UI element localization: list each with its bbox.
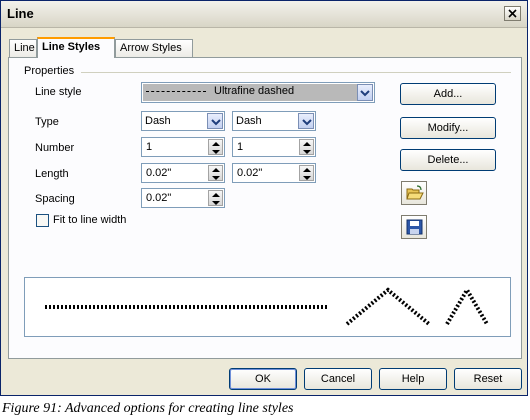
load-line-styles-button[interactable]	[401, 181, 427, 205]
chevron-down-icon[interactable]	[357, 84, 373, 101]
add-button[interactable]: Add...	[400, 83, 496, 105]
line-preview	[24, 277, 511, 337]
line-preview-drawing	[45, 286, 489, 326]
delete-button[interactable]: Delete...	[400, 149, 496, 171]
close-icon	[508, 9, 517, 18]
fit-to-line-width-label: Fit to line width	[53, 214, 127, 226]
window-title: Line	[7, 6, 34, 21]
type1-dropdown[interactable]: Dash	[141, 111, 225, 131]
type2-dropdown[interactable]: Dash	[232, 111, 316, 131]
tab-line[interactable]: Line	[9, 39, 37, 57]
spin-arrows-icon[interactable]	[299, 139, 314, 155]
close-button[interactable]	[504, 6, 521, 21]
chevron-down-icon[interactable]	[298, 113, 314, 129]
spin-arrows-icon[interactable]	[208, 139, 223, 155]
figure-caption: Figure 91: Advanced options for creating…	[2, 401, 294, 416]
spin-arrows-icon[interactable]	[208, 165, 223, 181]
length2-spinner[interactable]: 0.02"	[232, 163, 316, 183]
fit-to-line-width-checkbox[interactable]	[36, 214, 49, 227]
ok-button[interactable]: OK	[229, 368, 297, 390]
help-button[interactable]: Help	[379, 368, 447, 390]
length1-value: 0.02"	[146, 167, 172, 179]
type2-value: Dash	[236, 115, 262, 127]
cancel-button[interactable]: Cancel	[304, 368, 372, 390]
tab-arrow-styles[interactable]: Arrow Styles	[115, 39, 193, 57]
spacing-label: Spacing	[35, 193, 75, 205]
line-style-value: Ultrafine dashed	[214, 85, 295, 97]
number-label: Number	[35, 142, 75, 154]
spin-arrows-icon[interactable]	[208, 190, 223, 206]
number2-value: 1	[237, 141, 244, 153]
length-label: Length	[35, 168, 69, 180]
spin-arrows-icon[interactable]	[299, 165, 314, 181]
length1-spinner[interactable]: 0.02"	[141, 163, 225, 183]
group-divider	[81, 72, 511, 73]
line-style-dropdown[interactable]: Ultrafine dashed	[141, 82, 375, 103]
number1-value: 1	[146, 141, 153, 153]
dash-preview-icon	[146, 91, 206, 92]
title-bar[interactable]: Line	[1, 1, 527, 28]
modify-button[interactable]: Modify...	[400, 117, 496, 139]
type1-value: Dash	[145, 115, 171, 127]
line-dialog: Line Line Line Styles Arrow Styles Prope…	[0, 0, 528, 396]
floppy-disk-icon	[406, 219, 423, 235]
line-style-label: Line style	[35, 86, 82, 98]
spacing-spinner[interactable]: 0.02"	[141, 188, 225, 208]
save-line-styles-button[interactable]	[401, 215, 427, 239]
chevron-down-icon[interactable]	[207, 113, 223, 129]
properties-group-label: Properties	[24, 65, 75, 77]
type-label: Type	[35, 116, 59, 128]
open-folder-icon	[406, 185, 424, 200]
length2-value: 0.02"	[237, 167, 263, 179]
number2-spinner[interactable]: 1	[232, 137, 316, 157]
number1-spinner[interactable]: 1	[141, 137, 225, 157]
tab-line-styles[interactable]: Line Styles	[37, 37, 115, 58]
reset-button[interactable]: Reset	[454, 368, 522, 390]
spacing-value: 0.02"	[146, 192, 172, 204]
